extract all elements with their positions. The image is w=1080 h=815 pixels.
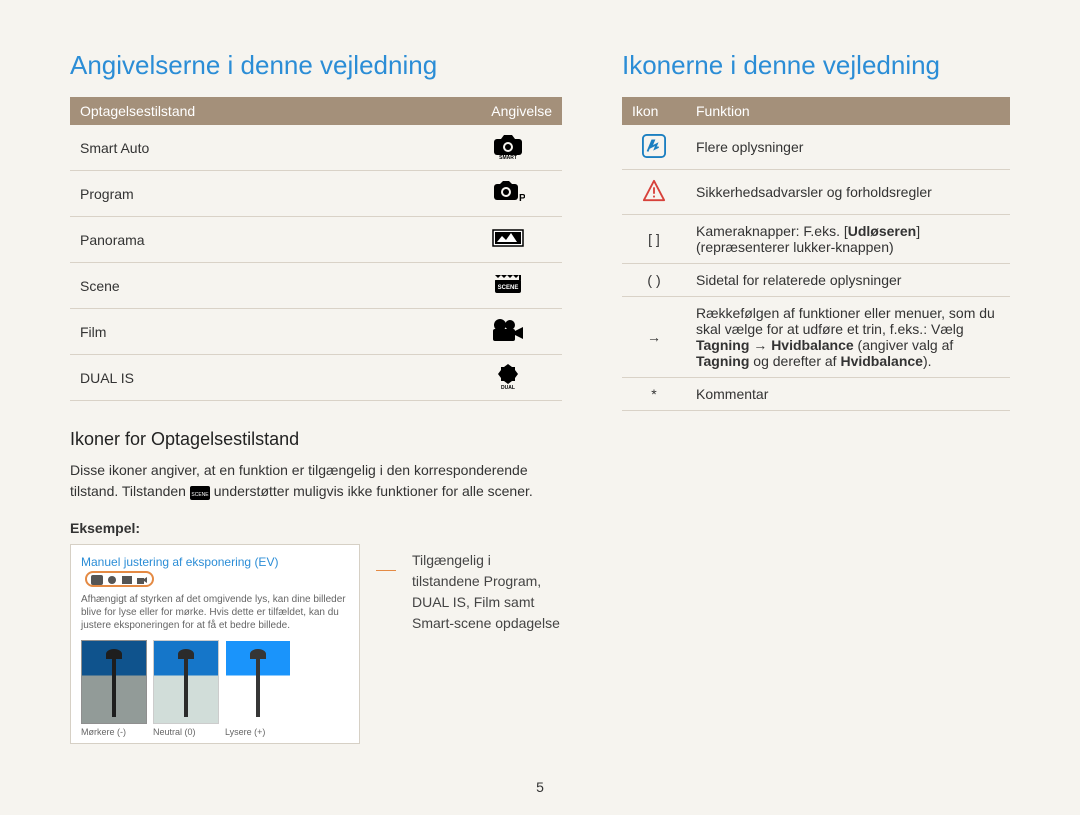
mode-label: Smart Auto [70,125,481,171]
callout-text: Tilgængelig i tilstandene Program, DUAL … [412,550,562,634]
example-card: Manuel justering af eksponering (EV) Afh… [70,544,360,744]
program-icon: P [491,179,525,205]
icon-legend-table: Ikon Funktion Flere oplysninger Sikkerhe… [622,97,1010,411]
table-row: DUAL IS DUAL [70,355,562,401]
thumb-neutral: Neutral (0) [153,640,217,737]
table-row: Film [70,309,562,355]
callout-connector [376,570,396,571]
film-icon [491,317,525,343]
table-row: → Rækkefølgen af funktioner eller menuer… [622,297,1010,378]
smart-auto-icon: SMART [491,133,525,159]
page-number: 5 [536,779,544,795]
func-text: Sikkerhedsadvarsler og forholdsregler [686,170,1010,215]
table-row: Panorama [70,217,562,263]
thumb-label: Mørkere (-) [81,727,145,737]
table-row: Flere oplysninger [622,125,1010,170]
info-icon [637,133,671,159]
mode-label: Scene [70,263,481,309]
svg-text:SCENE: SCENE [498,285,519,291]
mode-label: DUAL IS [70,355,481,401]
dual-is-icon [106,574,118,584]
parens-icon: ( ) [622,264,686,297]
svg-text:SMART: SMART [499,155,517,159]
film-icon [136,574,148,584]
th-mode: Optagelsestilstand [70,97,481,125]
mode-icon-strip [85,571,154,587]
mode-label: Panorama [70,217,481,263]
arrow-icon: → [622,297,686,378]
warning-icon [637,178,671,204]
dual-is-icon: DUAL [491,363,525,389]
left-heading: Angivelserne i denne vejledning [70,50,562,81]
program-icon [91,574,103,584]
table-row: [ ] Kameraknapper: F.eks. [Udløseren] (r… [622,215,1010,264]
right-column: Ikonerne i denne vejledning Ikon Funktio… [622,50,1010,795]
example-card-desc: Afhængigt af styrken af det omgivende ly… [81,593,349,632]
table-row: Smart Auto SMART [70,125,562,171]
th-icon: Ikon [622,97,686,125]
table-row: ( ) Sidetal for relaterede oplysninger [622,264,1010,297]
scene-icon [121,574,133,584]
mode-label: Film [70,309,481,355]
func-text: Flere oplysninger [686,125,1010,170]
thumb-label: Lysere (+) [225,727,289,737]
func-text: Sidetal for relaterede oplysninger [686,264,1010,297]
asterisk-icon: * [622,378,686,411]
func-text: Kameraknapper: F.eks. [Udløseren] (repræ… [686,215,1010,264]
scene-icon: SCENE [190,485,210,499]
table-row: Program P [70,171,562,217]
left-column: Angivelserne i denne vejledning Optagels… [70,50,562,795]
table-row: * Kommentar [622,378,1010,411]
thumb-label: Neutral (0) [153,727,217,737]
sub-heading: Ikoner for Optagelsestilstand [70,429,562,450]
example-card-title: Manuel justering af eksponering (EV) [81,555,349,587]
scene-icon: SCENE [491,271,525,297]
mode-label: Program [70,171,481,217]
svg-text:SCENE: SCENE [191,492,209,498]
svg-text:DUAL: DUAL [501,385,515,389]
shooting-mode-table: Optagelsestilstand Angivelse Smart Auto … [70,97,562,401]
func-text: Kommentar [686,378,1010,411]
body-text: Disse ikoner angiver, at en funktion er … [70,460,562,502]
table-row: Sikkerhedsadvarsler og forholdsregler [622,170,1010,215]
th-indicator: Angivelse [481,97,562,125]
example-label: Eksempel: [70,520,562,536]
func-text: Rækkefølgen af funktioner eller menuer, … [686,297,1010,378]
brackets-icon: [ ] [622,215,686,264]
svg-text:P: P [519,193,525,204]
thumb-lighter: Lysere (+) [225,640,289,737]
panorama-icon [491,225,525,251]
right-heading: Ikonerne i denne vejledning [622,50,1010,81]
thumb-darker: Mørkere (-) [81,640,145,737]
table-row: Scene SCENE [70,263,562,309]
th-function: Funktion [686,97,1010,125]
